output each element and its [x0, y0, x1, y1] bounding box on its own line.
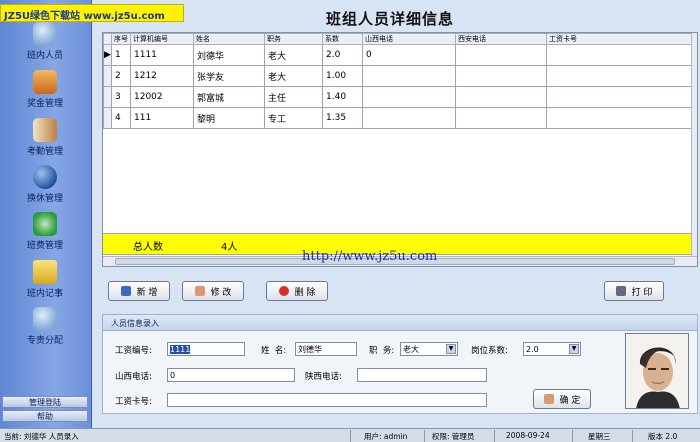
- sidebar-item-notes[interactable]: 班内记事: [0, 260, 90, 299]
- sidebar-item-attendance[interactable]: 考勤管理: [0, 118, 90, 157]
- col-header-shanxi-phone[interactable]: 山西电话: [362, 33, 456, 45]
- admin-login-button[interactable]: 管理登陆: [2, 396, 88, 408]
- person-confirm-icon: [543, 394, 554, 404]
- chevron-down-icon[interactable]: ▼: [569, 344, 579, 354]
- staff-grid[interactable]: 序号 计算机编号 姓名 职务 系数 山西电话 西安电话 工资卡号 ▶ 1 1111…: [102, 32, 698, 267]
- coef-label: 岗位系数:: [471, 346, 508, 356]
- money-box-icon: [33, 70, 57, 94]
- shanxi-phone-label: 山西电话:: [115, 372, 152, 382]
- col-header-coef[interactable]: 系数: [322, 33, 363, 45]
- sidebar-item-staff[interactable]: 班内人员: [0, 22, 90, 61]
- recycle-icon: [33, 212, 57, 236]
- printer-icon: [615, 286, 626, 296]
- table-row[interactable]: 3 12002 郭富城 主任 1.40: [103, 86, 694, 108]
- shanxi-phone-input[interactable]: 0: [167, 368, 295, 382]
- coef-select[interactable]: 2.0 ▼: [523, 342, 581, 356]
- col-header-xian-phone[interactable]: 西安电话: [455, 33, 547, 45]
- delete-icon: [278, 286, 289, 296]
- col-header-computer-no[interactable]: 计算机编号: [130, 33, 194, 45]
- grid-header-row: 序号 计算机编号 姓名 职务 系数 山西电话 西安电话 工资卡号: [103, 33, 694, 45]
- print-button[interactable]: 打 印: [604, 281, 664, 301]
- duty-label: 职 务:: [369, 346, 395, 356]
- people-icon: [33, 22, 57, 46]
- globe-icon: [33, 165, 57, 189]
- col-header-card-no[interactable]: 工资卡号: [546, 33, 694, 45]
- sidebar: 班内人员 奖金管理 考勤管理 换休管理 班费管理 班内记事 专责分配 管理登陆 …: [0, 0, 92, 428]
- person-add-icon: [120, 286, 131, 296]
- col-header-name[interactable]: 姓名: [193, 33, 265, 45]
- sidebar-item-bonus[interactable]: 奖金管理: [0, 70, 90, 109]
- watermark-banner: JZ5U绿色下载站 www.jz5u.com: [0, 4, 184, 22]
- status-user: 用户: admin: [364, 432, 408, 441]
- chevron-down-icon[interactable]: ▼: [446, 344, 456, 354]
- total-label: 总人数: [133, 242, 163, 253]
- add-button[interactable]: 新 增: [108, 281, 170, 301]
- salary-no-input[interactable]: 1111: [167, 342, 245, 356]
- status-rights: 权限: 管理员: [432, 432, 475, 441]
- status-date: 2008-09-24: [506, 431, 550, 440]
- table-row[interactable]: ▶ 1 1111 刘德华 老大 2.0 0: [103, 44, 694, 66]
- notebook-icon: [33, 118, 57, 142]
- shaanxi-phone-input[interactable]: [357, 368, 487, 382]
- shaanxi-phone-label: 陕西电话:: [305, 372, 342, 382]
- duty-select[interactable]: 老大 ▼: [400, 342, 458, 356]
- status-version: 版本 2.0: [648, 432, 678, 441]
- staff-photo: [625, 333, 689, 409]
- card-no-label: 工资卡号:: [115, 397, 152, 407]
- salary-no-label: 工资编号:: [115, 346, 152, 356]
- table-row[interactable]: 4 111 黎明 专工 1.35: [103, 107, 694, 129]
- status-current: 当前: 刘德华 人员录入: [4, 432, 79, 441]
- edit-button[interactable]: 修 改: [182, 281, 244, 301]
- page-title: 班组人员详细信息: [325, 10, 454, 28]
- card-no-input[interactable]: [167, 393, 487, 407]
- col-header-duty[interactable]: 职务: [264, 33, 323, 45]
- panel-title: 人员信息录入: [103, 315, 697, 331]
- table-row[interactable]: 2 1212 张学友 老大 1.00: [103, 65, 694, 87]
- vertical-scrollbar[interactable]: [691, 33, 697, 257]
- sidebar-item-class-fee[interactable]: 班费管理: [0, 212, 90, 251]
- col-header-index[interactable]: 序号: [111, 33, 131, 45]
- status-bar: 当前: 刘德华 人员录入 用户: admin 权限: 管理员 2008-09-2…: [0, 428, 700, 442]
- people-icon: [33, 307, 57, 331]
- total-value: 4人: [221, 242, 238, 253]
- row-indicator-header: [103, 33, 112, 45]
- status-weekday: 星期三: [588, 432, 611, 441]
- help-button[interactable]: 帮助: [2, 410, 88, 422]
- url-overlay: http://www.jz5u.com: [302, 249, 438, 264]
- sidebar-item-shift-swap[interactable]: 换休管理: [0, 165, 90, 204]
- name-label: 姓 名:: [261, 346, 287, 356]
- delete-button[interactable]: 删 除: [266, 281, 328, 301]
- name-input[interactable]: 刘德华: [295, 342, 357, 356]
- confirm-button[interactable]: 确 定: [533, 389, 591, 409]
- sidebar-item-duty-assign[interactable]: 专责分配: [0, 307, 90, 346]
- current-row-indicator-icon: ▶: [103, 44, 112, 66]
- staff-entry-panel: 人员信息录入 工资编号: 1111 姓 名: 刘德华 职 务: 老大 ▼ 岗位系…: [102, 314, 698, 414]
- person-edit-icon: [194, 286, 205, 296]
- portrait-image: [626, 334, 688, 408]
- folder-icon: [33, 260, 57, 284]
